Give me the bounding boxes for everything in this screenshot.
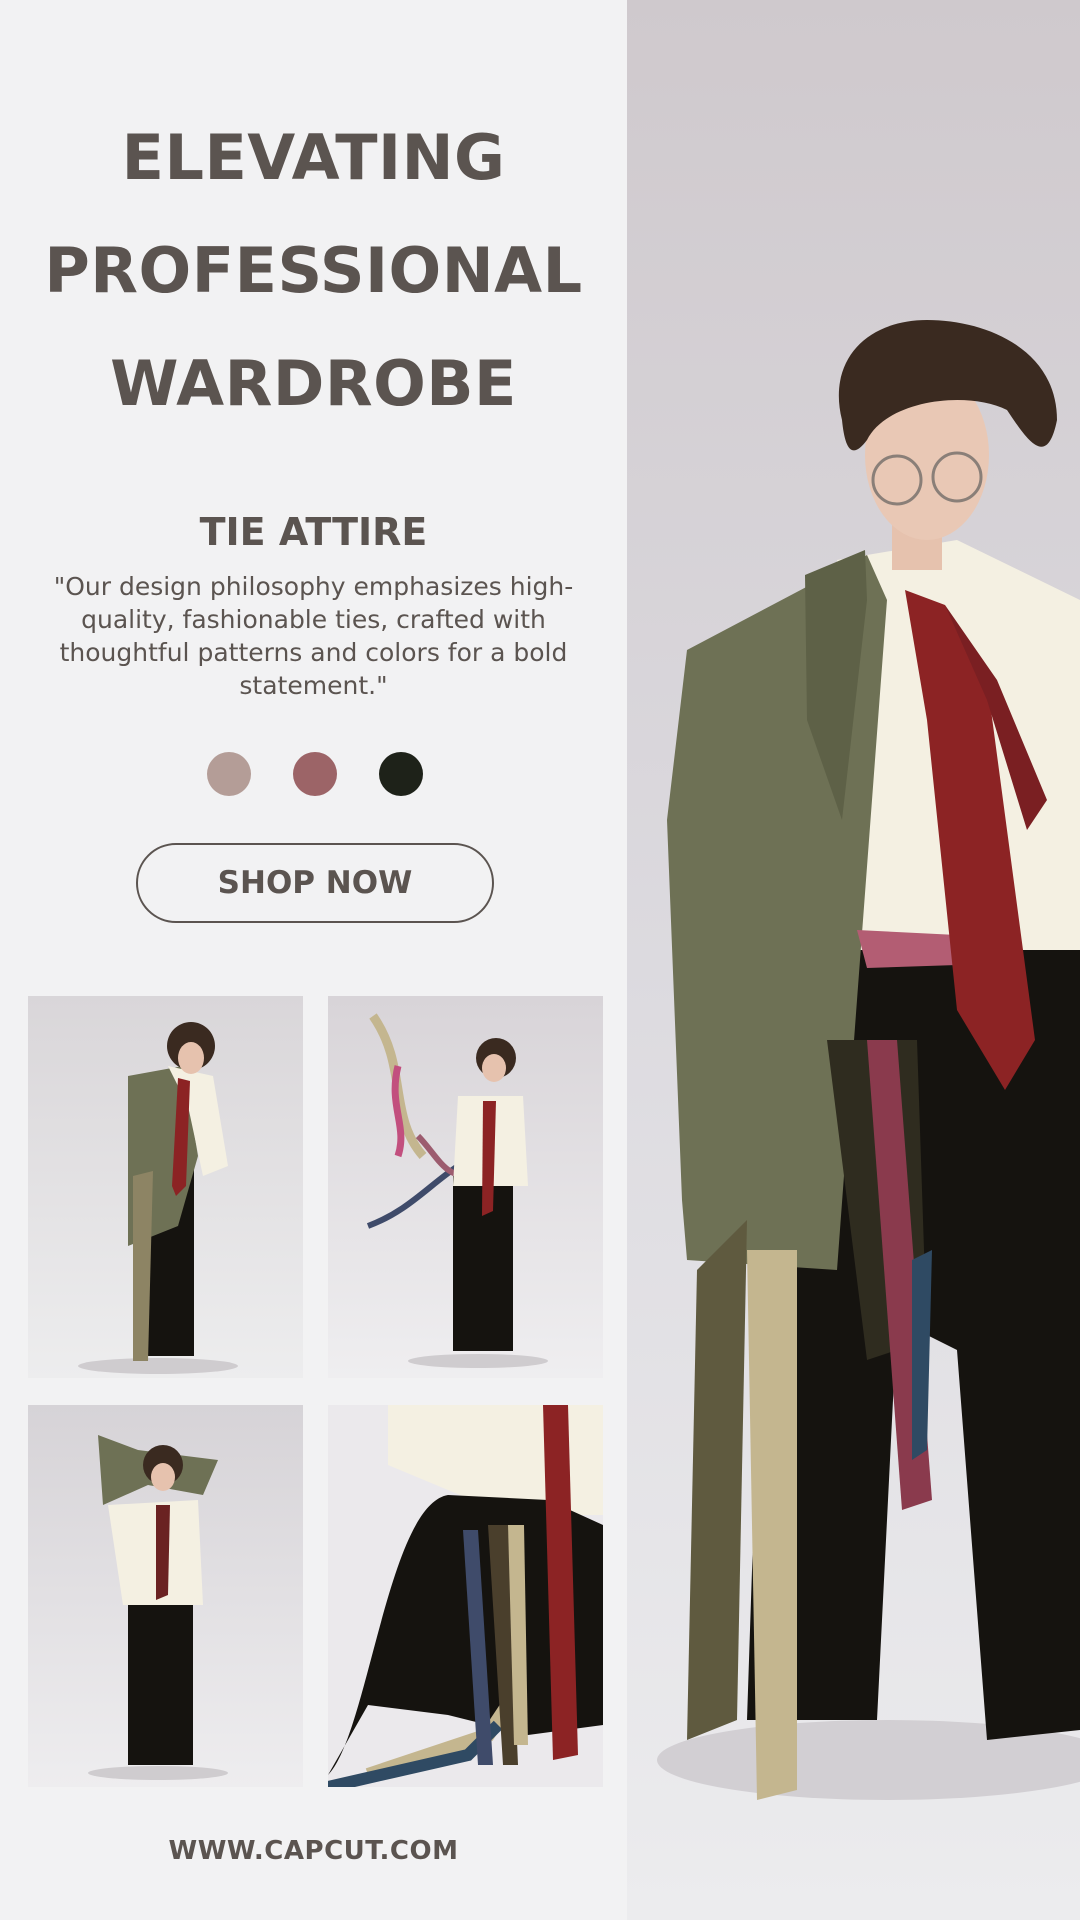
hero-photo xyxy=(627,0,1080,1920)
model-portrait-photo xyxy=(627,0,1080,1920)
headline-line-2: PROFESSIONAL xyxy=(44,234,583,307)
gallery-photo-2[interactable] xyxy=(328,996,603,1378)
section-subtitle: TIE ATTIRE xyxy=(199,510,428,554)
philosophy-quote: "Our design philosophy emphasizes high-q… xyxy=(53,572,574,700)
ties-closeup-photo xyxy=(328,1405,603,1787)
gallery-photo-4[interactable] xyxy=(328,1405,603,1787)
gallery-photo-1[interactable] xyxy=(28,996,303,1378)
model-standing-hand-in-pocket-photo xyxy=(28,996,303,1378)
headline-line-1: ELEVATING xyxy=(121,121,506,194)
color-swatch-rose[interactable] xyxy=(293,752,337,796)
color-swatch-dark-olive[interactable] xyxy=(379,752,423,796)
headline-line-3: WARDROBE xyxy=(110,347,517,420)
promo-panel: ELEVATING PROFESSIONAL WARDROBE TIE ATTI… xyxy=(0,0,627,1920)
shop-now-button[interactable]: SHOP NOW xyxy=(136,843,494,923)
color-swatch-taupe[interactable] xyxy=(207,752,251,796)
model-jacket-over-head-photo xyxy=(28,1405,303,1787)
website-url[interactable]: WWW.CAPCUT.COM xyxy=(0,1836,627,1866)
gallery-photo-3[interactable] xyxy=(28,1405,303,1787)
model-throwing-ties-photo xyxy=(328,996,603,1378)
